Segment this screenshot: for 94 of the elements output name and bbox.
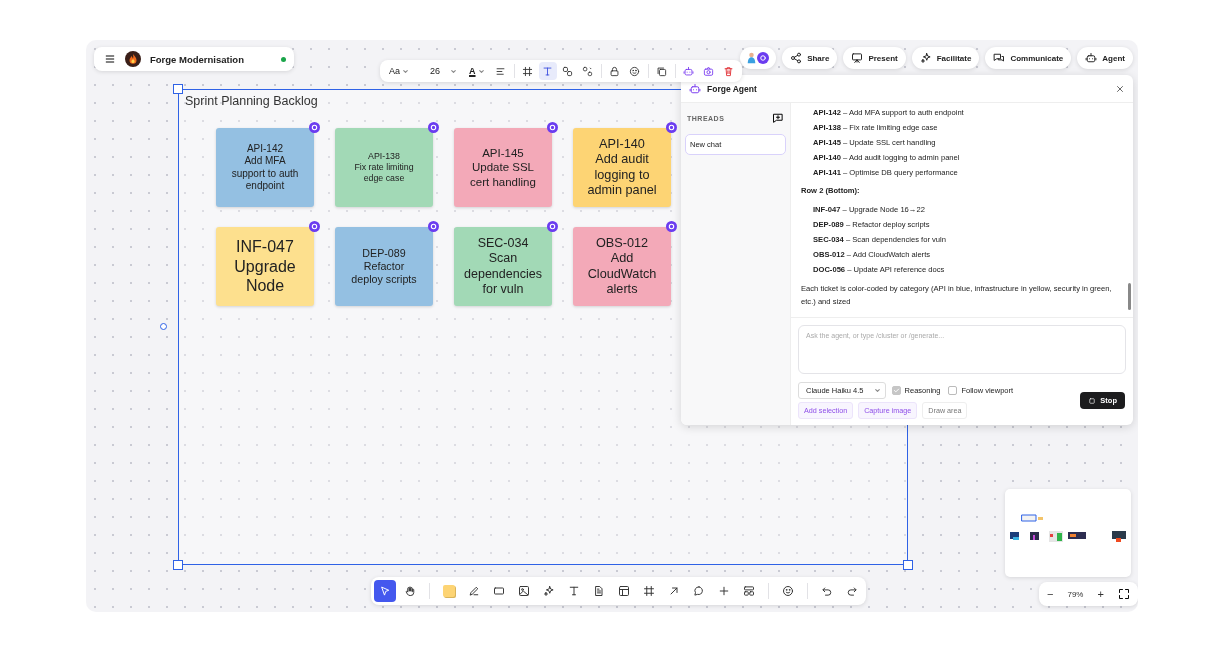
sticky-text: SEC-034 Scan dependencies for vuln — [464, 236, 542, 297]
sticky-note[interactable]: INF-047 Upgrade Node — [216, 227, 314, 306]
sticker-badge-icon — [309, 221, 320, 232]
header-button[interactable]: Agent — [1077, 47, 1133, 69]
robot-icon — [683, 65, 695, 77]
link-icon — [562, 65, 574, 77]
font-dropdown[interactable]: Aa — [384, 62, 414, 80]
frame-icon — [643, 585, 655, 597]
resize-handle[interactable] — [903, 560, 913, 570]
caret-icon — [477, 67, 485, 75]
new-thread-icon[interactable] — [772, 112, 784, 124]
redo-icon — [846, 585, 858, 597]
zoom-level: 79% — [1067, 589, 1084, 599]
emoji-icon — [629, 65, 641, 77]
caret-icon — [402, 67, 409, 75]
sticky-note[interactable]: API-142 Add MFA support to auth endpoint — [216, 128, 314, 207]
sticky-text: DEP-089 Refactor deploy scripts — [351, 246, 417, 287]
sticky-text: API-142 Add MFA support to auth endpoint — [231, 143, 299, 192]
rectangle-icon — [493, 585, 505, 597]
connection-handle[interactable] — [160, 323, 167, 330]
robot-icon — [689, 82, 701, 95]
resize-handle[interactable] — [173, 84, 183, 94]
text-color-dropdown[interactable]: A — [464, 62, 490, 80]
stop-icon — [1088, 396, 1097, 405]
zoom-out-button[interactable]: − — [1047, 588, 1054, 600]
comment-icon — [693, 585, 705, 597]
hand-icon — [404, 585, 416, 597]
panel-title: Forge Agent — [707, 83, 758, 94]
resize-handle[interactable] — [173, 560, 183, 570]
font-size-dropdown[interactable]: 26 — [416, 62, 463, 80]
template-icon — [743, 585, 755, 597]
lock-icon — [609, 65, 621, 77]
text-icon — [568, 585, 580, 597]
plus-icon — [718, 585, 730, 597]
person-avatar-icon — [747, 51, 757, 65]
header-button[interactable]: Share — [782, 47, 838, 69]
sticky-note-icon — [443, 585, 455, 597]
menu-icon[interactable] — [104, 53, 116, 65]
sticky-text: OBS-012 Add CloudWatch alerts — [587, 235, 657, 298]
sticky-text: INF-047 Upgrade Node — [234, 237, 296, 296]
frame-title: Sprint Planning Backlog — [185, 94, 318, 108]
fullscreen-icon[interactable] — [1117, 588, 1130, 600]
align-icon — [495, 65, 507, 77]
sticky-note[interactable]: API-140 Add audit logging to admin panel — [573, 128, 671, 207]
minimap[interactable] — [1005, 489, 1131, 577]
screen-icon — [851, 52, 864, 64]
header-button[interactable]: Communicate — [985, 47, 1072, 69]
arrow-icon — [668, 585, 680, 597]
sticker-badge-icon — [666, 122, 677, 133]
copy-icon — [656, 65, 668, 77]
zoom-in-button[interactable]: + — [1097, 588, 1104, 600]
sticker-badge-icon — [666, 221, 677, 232]
sticker-badge-icon — [428, 122, 439, 133]
logo-icon — [125, 51, 141, 67]
emoji-icon — [782, 585, 794, 597]
sticker-badge-icon — [547, 221, 558, 232]
close-icon[interactable] — [1115, 83, 1125, 94]
sparkle-icon — [919, 52, 932, 64]
sticky-note[interactable]: SEC-034 Scan dependencies for vuln — [454, 227, 552, 306]
sticky-note[interactable]: DEP-089 Refactor deploy scripts — [335, 227, 433, 306]
project-title: Forge Modernisation — [150, 53, 244, 65]
caret-icon — [450, 67, 458, 75]
sticky-text: API-145 Update SSL cert handling — [470, 146, 536, 189]
sticky-note[interactable]: API-145 Update SSL cert handling — [454, 128, 552, 207]
collaborators[interactable] — [740, 47, 777, 69]
header-button[interactable]: Facilitate — [911, 47, 980, 69]
sticky-text: API-140 Add audit logging to admin panel — [587, 136, 657, 199]
checkbox[interactable] — [948, 386, 958, 395]
text-icon — [542, 65, 554, 77]
undo-icon — [821, 585, 833, 597]
unlink-icon — [582, 65, 594, 77]
image-icon — [518, 585, 530, 597]
sticker-badge-icon — [547, 122, 558, 133]
sticker-badge-icon — [309, 122, 320, 133]
agent-avatar-icon — [757, 52, 770, 64]
sticker-badge-icon — [428, 221, 439, 232]
table-icon — [618, 585, 630, 597]
camera-icon — [703, 65, 715, 77]
trash-icon — [723, 65, 735, 77]
pen-icon — [468, 585, 480, 597]
sparkle-icon — [543, 585, 555, 597]
check-icon — [892, 387, 900, 394]
sticky-note[interactable]: API-138 Fix rate limiting edge case — [335, 128, 433, 207]
sticky-text: API-138 Fix rate limiting edge case — [354, 151, 414, 184]
sticky-note[interactable]: OBS-012 Add CloudWatch alerts — [573, 227, 671, 306]
frame-icon — [522, 65, 534, 77]
robot-icon — [1085, 52, 1098, 64]
caret-icon — [873, 387, 881, 394]
share-icon — [790, 52, 803, 64]
pointer-icon — [379, 585, 391, 597]
chat-icon — [993, 52, 1006, 64]
header-button[interactable]: Present — [843, 47, 906, 69]
document-icon — [593, 585, 605, 597]
scrollbar-thumb[interactable] — [1128, 283, 1131, 310]
